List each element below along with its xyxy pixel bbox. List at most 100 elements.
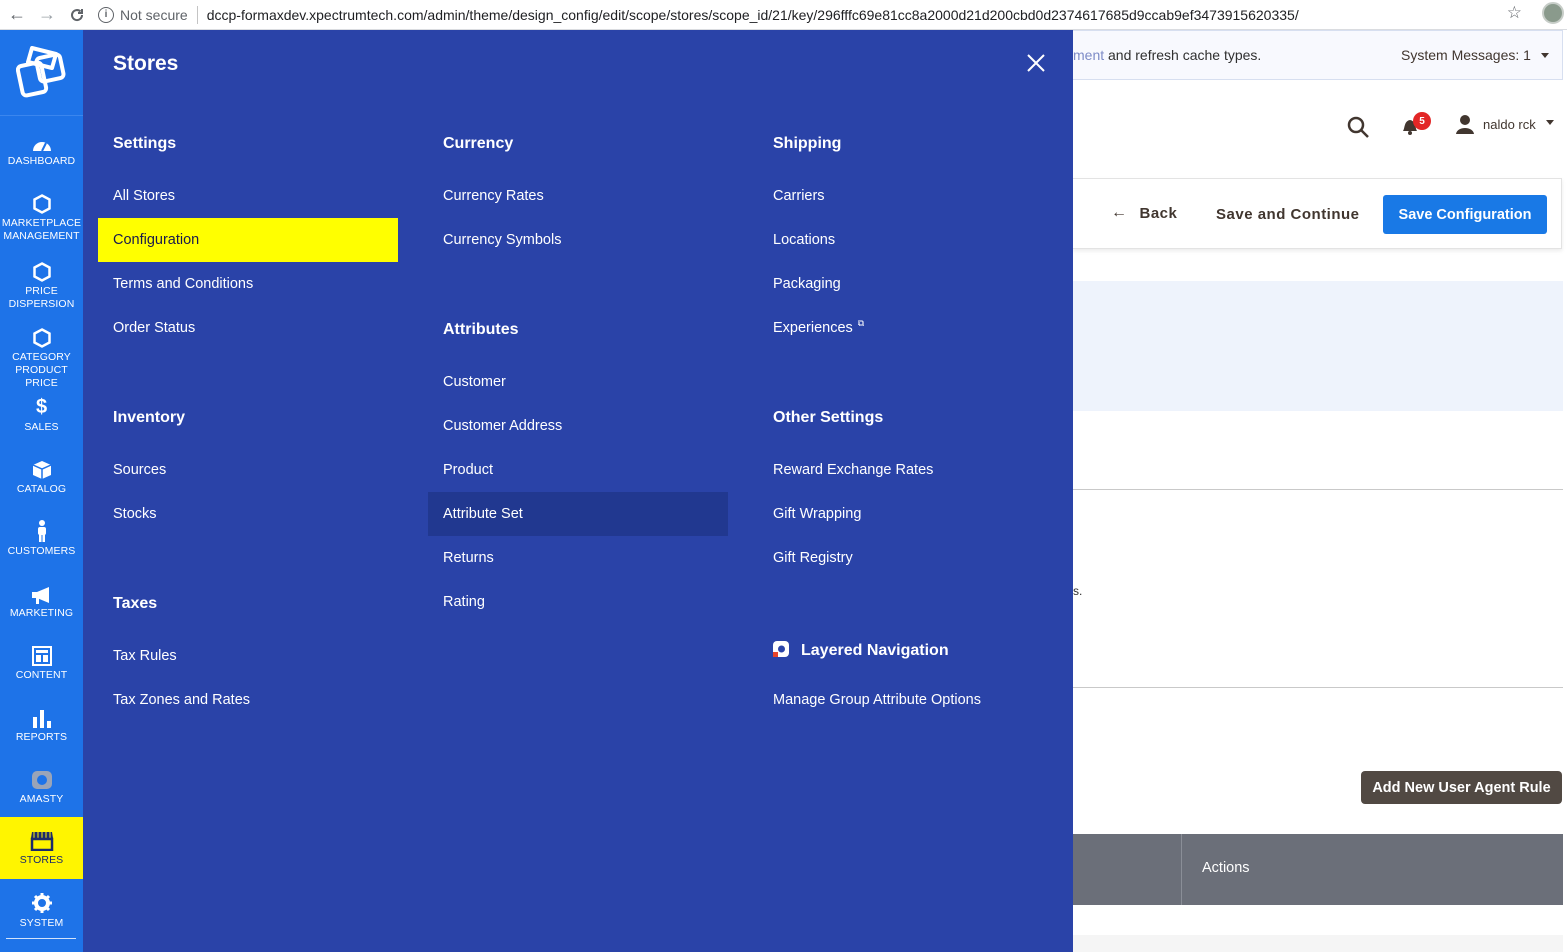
menu-link-experiences[interactable]: Experiences ⧉ [758,306,1058,350]
section-divider [1073,687,1563,688]
bar-chart-icon [32,706,52,728]
menu-link-configuration[interactable]: Configuration [98,218,398,262]
chevron-down-icon [1540,53,1549,58]
menu-link-currency-rates[interactable]: Currency Rates [428,174,728,218]
nav-item-content[interactable]: CONTENT [0,644,83,706]
username-label: naldo rck [1483,116,1536,132]
browser-forward-icon[interactable]: → [34,2,60,28]
menu-link-customer-address[interactable]: Customer Address [428,404,728,448]
menu-link-customer[interactable]: Customer [428,360,728,404]
info-panel [1073,281,1563,411]
menu-link-rating[interactable]: Rating [428,580,728,624]
table-header [1073,834,1563,905]
nav-item-customers[interactable]: CUSTOMERS [0,520,83,582]
section-layered-navigation-title: Layered Navigation [773,639,949,660]
search-icon[interactable] [1346,115,1370,139]
menu-link-tax-rules[interactable]: Tax Rules [98,634,398,678]
section-title-label: Layered Navigation [801,642,949,659]
menu-link-gift-wrapping[interactable]: Gift Wrapping [758,492,1058,536]
notification-count-badge: 5 [1413,112,1431,130]
nav-item-marketplace-management[interactable]: MARKETPLACE MANAGEMENT [0,192,83,254]
save-and-continue-button[interactable]: Save and Continue [1216,206,1360,223]
menu-link-terms-and-conditions[interactable]: Terms and Conditions [98,262,398,306]
nav-label: STORES [19,854,64,866]
nav-item-catalog[interactable]: CATALOG [0,458,83,520]
megaphone-icon [31,582,53,604]
menu-link-packaging[interactable]: Packaging [758,262,1058,306]
nav-item-category-product-price[interactable]: CATEGORY PRODUCT PRICE [0,328,83,390]
info-icon[interactable]: i [98,6,114,23]
nav-item-sales[interactable]: $ SALES [0,396,83,458]
nav-item-stores[interactable]: STORES [0,817,83,879]
section-settings-title: Settings [113,135,177,152]
user-icon [1455,114,1475,134]
external-link-icon: ⧉ [857,317,865,328]
cube-icon [32,458,52,480]
section-attributes-title: Attributes [443,321,519,338]
profile-avatar-icon[interactable] [1542,2,1564,24]
chevron-down-icon [1545,119,1554,125]
nav-label: PRICE DISPERSION [8,285,75,310]
menu-link-locations[interactable]: Locations [758,218,1058,262]
magento-logo[interactable] [0,30,83,116]
menu-link-manage-group-attribute-options[interactable]: Manage Group Attribute Options [758,678,1058,722]
menu-link-currency-symbols[interactable]: Currency Symbols [428,218,728,262]
menu-link-stocks[interactable]: Stocks [98,492,398,536]
amasty-logo-icon [773,641,789,657]
menu-link-reward-exchange-rates[interactable]: Reward Exchange Rates [758,448,1058,492]
menu-link-carriers[interactable]: Carriers [758,174,1058,218]
bookmark-star-icon[interactable]: ☆ [1507,3,1522,23]
section-other-settings-title: Other Settings [773,409,884,426]
section-shipping-title: Shipping [773,135,842,152]
system-message-link[interactable]: ment [1073,47,1104,63]
menu-link-attribute-set[interactable]: Attribute Set [428,492,728,536]
partial-text: s. [1073,584,1083,598]
nav-item-system[interactable]: SYSTEM [0,892,83,952]
nav-label: REPORTS [15,731,68,743]
nav-label: AMASTY [19,793,64,805]
menu-link-sources[interactable]: Sources [98,448,398,492]
menu-link-order-status[interactable]: Order Status [98,306,398,350]
nav-item-price-dispersion[interactable]: PRICE DISPERSION [0,260,83,322]
gear-icon [31,892,53,914]
menu-link-returns[interactable]: Returns [428,536,728,580]
close-icon[interactable] [1023,50,1049,76]
system-message-text: ment and refresh cache types. [1073,47,1261,63]
table-body [1073,935,1563,952]
menu-link-tax-zones-and-rates[interactable]: Tax Zones and Rates [98,678,398,722]
amasty-icon [31,768,53,790]
layout-icon [31,644,52,666]
menu-link-gift-registry[interactable]: Gift Registry [758,536,1058,580]
nav-divider [6,938,76,939]
browser-toolbar: ← → i Not secure dccp-formaxdev.xpectrum… [0,0,1567,30]
person-icon [36,520,48,542]
nav-item-marketing[interactable]: MARKETING [0,582,83,644]
browser-back-icon[interactable]: ← [4,2,30,28]
system-messages-label: System Messages: 1 [1401,47,1531,63]
nav-item-reports[interactable]: REPORTS [0,706,83,768]
nav-label: SYSTEM [19,917,64,929]
nav-label: CONTENT [15,669,68,681]
hexagon-icon [32,260,51,282]
browser-reload-icon[interactable] [64,2,90,28]
nav-item-dashboard[interactable]: DASHBOARD [0,130,83,192]
hexagon-icon [32,192,51,214]
back-label: Back [1139,204,1178,222]
logo-icon [15,45,65,97]
menu-link-all-stores[interactable]: All Stores [98,174,398,218]
menu-link-label: Experiences [773,320,853,336]
admin-sidebar: DASHBOARD MARKETPLACE MANAGEMENT PRICE D… [0,30,83,952]
system-messages-toggle[interactable]: System Messages: 1 [1401,47,1549,63]
back-button[interactable]: ← Back [1111,204,1177,222]
table-header-divider [1181,834,1182,905]
nav-label: CATALOG [16,483,67,495]
user-menu[interactable]: naldo rck [1455,114,1554,134]
address-bar[interactable]: i Not secure dccp-formaxdev.xpectrumtech… [98,3,1299,27]
nav-label: CATEGORY PRODUCT PRICE [12,351,71,389]
add-new-user-agent-rule-button[interactable]: Add New User Agent Rule [1361,771,1562,804]
section-taxes-title: Taxes [113,595,158,612]
url-text[interactable]: dccp-formaxdev.xpectrumtech.com/admin/th… [207,7,1299,23]
menu-link-product[interactable]: Product [428,448,728,492]
save-configuration-button[interactable]: Save Configuration [1383,195,1547,234]
hexagon-icon [32,328,51,348]
